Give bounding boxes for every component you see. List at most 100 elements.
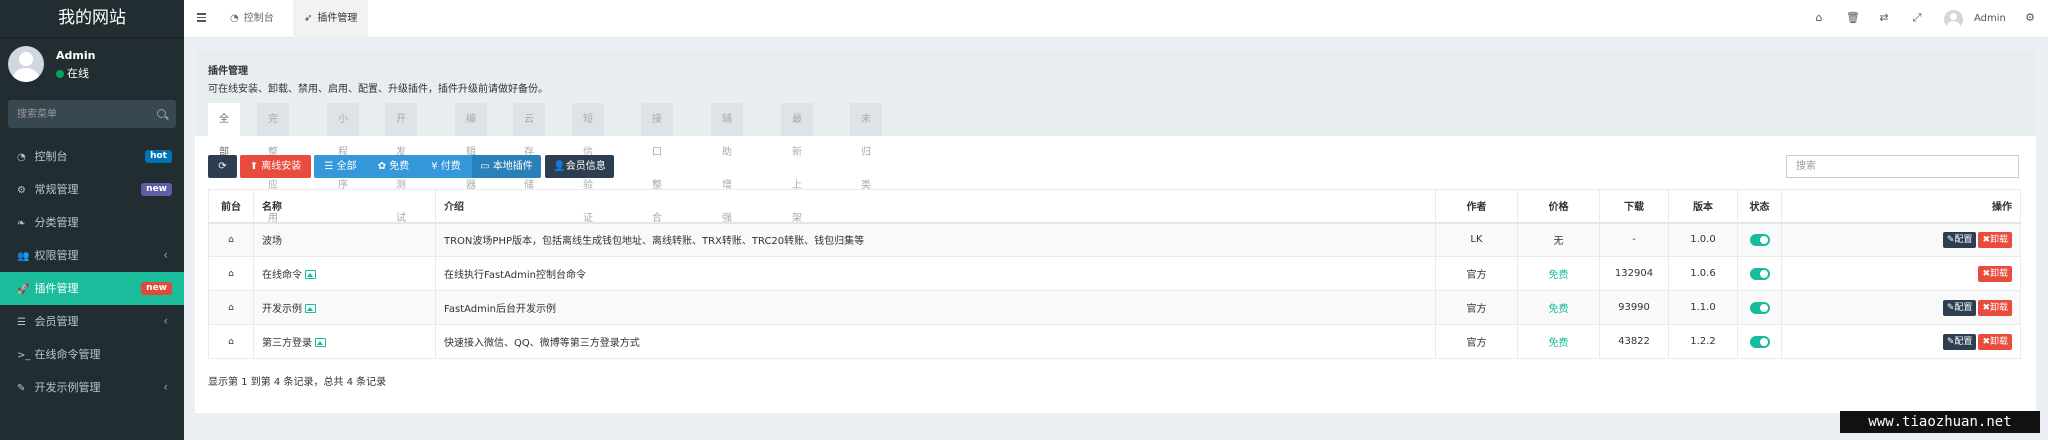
sidebar-item-member[interactable]: ☰ 会员管理 ‹ [0, 305, 184, 338]
config-button[interactable]: ✎配置 [1942, 333, 1977, 350]
sidebar-item-addon[interactable]: 🚀 插件管理 new [0, 272, 184, 305]
admin-name[interactable]: Admin [1974, 0, 2006, 38]
home-icon[interactable]: ⌂ [1813, 12, 1825, 24]
sidebar-item-command[interactable]: >_ 在线命令管理 [0, 338, 184, 371]
filter-free-button[interactable]: ✿ 免费 [367, 155, 420, 178]
sidebar-item-category[interactable]: ❧ 分类管理 [0, 206, 184, 239]
image-icon[interactable] [305, 270, 316, 279]
menu-toggle-icon[interactable] [197, 13, 206, 22]
col-header-downloads[interactable]: 下载 [1599, 189, 1669, 224]
col-header-name[interactable]: 名称 [253, 189, 436, 224]
table-header-row: 前台 名称 介绍 作者 价格 下载 版本 状态 操作 [208, 189, 2021, 224]
admin-avatar[interactable] [1944, 10, 1963, 29]
tab-dashboard[interactable]: ◔ 控制台 [219, 0, 285, 38]
user-icon: 👤 [553, 161, 566, 172]
status-toggle[interactable] [1749, 301, 1770, 314]
chevron-left-icon: ‹ [163, 314, 168, 328]
image-icon[interactable] [305, 304, 316, 313]
tab-category[interactable]: 完整应用 [257, 103, 289, 224]
user-name: Admin [56, 49, 96, 62]
refresh-button[interactable]: ⟳ [208, 155, 237, 178]
frontend-cell: ⌂ [208, 256, 254, 291]
offline-install-label: 离线安装 [261, 161, 302, 172]
filter-paid-button[interactable]: ¥ 付费 [420, 155, 472, 178]
local-plugins-button[interactable]: ▭ 本地插件 [472, 155, 541, 178]
col-header-status[interactable]: 状态 [1737, 189, 1782, 224]
col-header-author[interactable]: 作者 [1435, 189, 1518, 224]
col-header-intro[interactable]: 介绍 [435, 189, 1436, 224]
uninstall-label: 卸载 [1989, 268, 2008, 279]
refresh-icon: ⟳ [218, 161, 227, 172]
config-button[interactable]: ✎配置 [1942, 299, 1977, 316]
tab-category[interactable]: 编辑器 [455, 103, 487, 191]
uninstall-label: 卸载 [1989, 336, 2008, 347]
list-icon: ☰ [17, 317, 26, 328]
tab-addon[interactable]: ➶ 插件管理 [293, 0, 369, 38]
sidebar-item-auth[interactable]: 👥 权限管理 ‹ [0, 239, 184, 272]
trash-icon[interactable]: 🗑 [1846, 12, 1860, 24]
sidebar-item-dashboard[interactable]: ◔ 控制台 hot [0, 140, 184, 173]
filter-all-button[interactable]: ☰ 全部 [314, 155, 367, 178]
user-panel: Admin 在线 [0, 38, 184, 90]
uninstall-button[interactable]: ✖卸载 [1978, 299, 2012, 316]
list-icon: ☰ [324, 161, 337, 172]
tab-category[interactable]: 云存储 [513, 103, 545, 191]
close-icon: ✖ [1982, 268, 1990, 279]
version-cell: 1.2.2 [1668, 324, 1738, 359]
col-header-version[interactable]: 版本 [1668, 189, 1738, 224]
tab-category[interactable]: 接口整合 [641, 103, 673, 224]
close-icon: ✖ [1982, 336, 1990, 347]
image-icon[interactable] [315, 338, 326, 347]
author-cell: 官方 [1435, 324, 1518, 359]
search-icon[interactable] [157, 109, 166, 118]
sidebar-item-label: 权限管理 [34, 249, 79, 262]
tab-category[interactable]: 小程序 [327, 103, 359, 191]
local-plugins-label: 本地插件 [492, 161, 533, 172]
chevron-left-icon: ‹ [163, 380, 168, 394]
sidebar-item-general[interactable]: ⚙ 常规管理 new [0, 173, 184, 206]
tab-category[interactable]: 未归类 [850, 103, 882, 191]
status-toggle[interactable] [1749, 335, 1770, 348]
home-icon[interactable]: ⌂ [228, 235, 234, 245]
actions-cell: ✎配置 ✖卸载 [1781, 290, 2021, 325]
uninstall-button[interactable]: ✖卸载 [1978, 231, 2012, 248]
tab-category[interactable]: 全部 [208, 103, 240, 158]
addon-table: 前台 名称 介绍 作者 价格 下载 版本 状态 操作 ⌂ 波场 TRON波场PH… [208, 189, 2021, 359]
uninstall-button[interactable]: ✖卸载 [1978, 333, 2012, 350]
table-search-input[interactable] [1786, 155, 2019, 178]
status-toggle[interactable] [1749, 233, 1770, 246]
version-cell: 1.0.6 [1668, 256, 1738, 291]
offline-install-button[interactable]: ⬆ 离线安装 [240, 155, 311, 178]
translate-icon[interactable]: ⇄ [1878, 12, 1890, 24]
tab-category[interactable]: 开发测试 [385, 103, 417, 224]
sidebar-item-label: 控制台 [34, 150, 68, 163]
laptop-icon: ▭ [480, 161, 493, 172]
gear-icon[interactable]: ⚙ [2024, 12, 2036, 24]
tab-category[interactable]: 短信验证 [572, 103, 604, 224]
home-icon[interactable]: ⌂ [228, 337, 234, 347]
price-cell: 免费 [1517, 324, 1600, 359]
member-info-button[interactable]: 👤会员信息 [545, 155, 614, 178]
page-description: 可在线安装、卸载、禁用、启用、配置、升级插件，插件升级前请做好备份。 [208, 84, 548, 95]
tab-category[interactable]: 最新上架 [781, 103, 813, 224]
fullscreen-icon[interactable]: ⤢ [1911, 12, 1923, 24]
home-icon[interactable]: ⌂ [228, 269, 234, 279]
status-toggle[interactable] [1749, 267, 1770, 280]
pagination-info: 显示第 1 到第 4 条记录，总共 4 条记录 [208, 377, 387, 388]
filter-free-label: 免费 [389, 161, 410, 172]
tab-category[interactable]: 辅助增强 [711, 103, 743, 224]
filter-paid-label: 付费 [440, 161, 461, 172]
uninstall-button[interactable]: ✖卸载 [1978, 265, 2012, 282]
tab-label: 插件管理 [317, 13, 358, 24]
col-header-price[interactable]: 价格 [1517, 189, 1600, 224]
col-header-frontend[interactable]: 前台 [208, 189, 254, 224]
magic-icon: ✎ [17, 383, 26, 394]
config-button[interactable]: ✎配置 [1942, 231, 1977, 248]
online-dot-icon [56, 70, 64, 78]
sidebar-item-example[interactable]: ✎ 开发示例管理 ‹ [0, 371, 184, 404]
home-icon[interactable]: ⌂ [228, 303, 234, 313]
menu-search-input[interactable] [8, 100, 176, 128]
rocket-icon: 🚀 [17, 284, 30, 295]
filter-all-label: 全部 [336, 161, 357, 172]
brand-title[interactable]: 我的网站 [0, 0, 184, 38]
